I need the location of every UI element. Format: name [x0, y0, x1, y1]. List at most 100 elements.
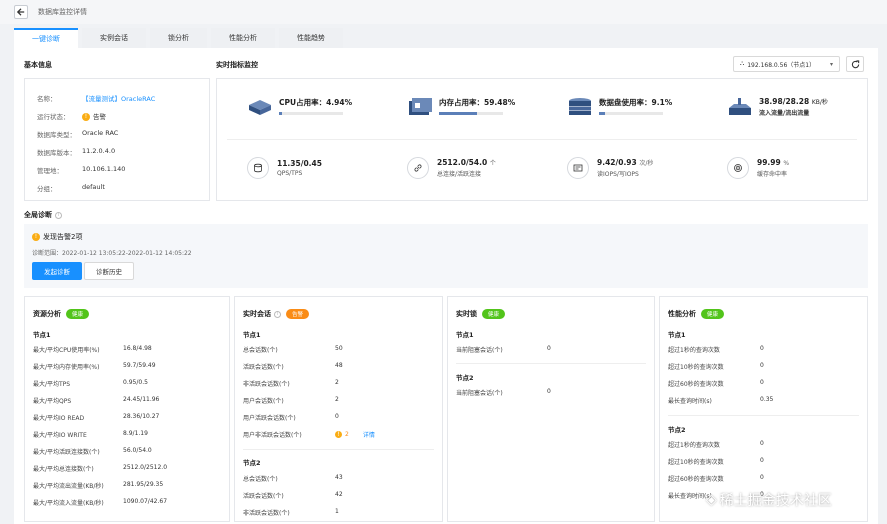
start-diagnosis-button[interactable]: 发起诊断: [32, 262, 82, 280]
node-label: 节点1: [668, 331, 686, 339]
warning-icon: !: [32, 233, 40, 241]
status-badge: 告警: [286, 309, 310, 319]
table-row: 超过1秒的查询次数 0: [668, 345, 859, 354]
row-label: 当前阻塞会话(个): [456, 347, 503, 354]
tab-trends[interactable]: 性能趋势: [279, 28, 343, 48]
tab-diagnosis[interactable]: 一键诊断: [14, 28, 78, 48]
divider: [668, 415, 859, 416]
metric-divider: [227, 139, 857, 140]
realtime-title: 实时指标监控: [216, 61, 258, 69]
table-row: 超过10秒的查询次数 0: [668, 362, 859, 371]
memory-label: 内存占用率：59.48%: [439, 98, 516, 107]
tab-locks[interactable]: 锁分析: [150, 28, 207, 48]
info-icon[interactable]: i: [274, 310, 281, 318]
network-traffic-icon: [729, 98, 751, 115]
table-row: 最大/平均QPS 24.45/11.96: [33, 396, 221, 405]
row-value: 50: [335, 345, 343, 352]
row-value: 56.0/54.0: [123, 447, 152, 454]
diagnosis-box: ! 发现告警2项 诊断范围：2022-01-12 13:05:22-2022-01…: [24, 224, 868, 288]
node-select[interactable]: ⛬ 192.168.0.56（节点1） ▾: [733, 56, 840, 72]
table-row: 总会话数(个) 43: [243, 474, 434, 483]
info-value: default: [82, 183, 105, 191]
info-icon[interactable]: i: [55, 211, 62, 219]
refresh-button[interactable]: [846, 56, 864, 72]
qps-sub: QPS/TPS: [277, 170, 303, 177]
table-row: 用户活跃会话数(个) 0: [243, 413, 434, 422]
hit-rate-unit: %: [783, 160, 790, 167]
traffic-metric: 38.98/28.28 KB/秒 流入流量/流出流量: [727, 97, 828, 117]
row-value: 16.8/4.98: [123, 345, 152, 352]
arrow-left-icon: [17, 8, 25, 16]
tab-performance[interactable]: 性能分析: [211, 28, 275, 48]
row-label: 最大/平均内存使用率(%): [33, 364, 100, 371]
db-name-link[interactable]: 【流量测试】OracleRAC: [82, 93, 155, 103]
lock-panel-header: 实时锁 健康: [456, 309, 506, 319]
table-row: 最大/平均总连接数(个) 2512.0/2512.0: [33, 464, 221, 473]
row-label: 超过10秒的查询次数: [668, 364, 724, 371]
row-label: 非活跃会话数(个): [243, 381, 290, 388]
cpu-label: CPU占用率：4.94%: [279, 98, 353, 107]
row-value: 28.36/10.27: [123, 413, 160, 420]
session-title: 实时会话: [243, 310, 271, 318]
diagnosis-history-button[interactable]: 诊断历史: [84, 262, 134, 280]
table-row: 总会话数(个) 50: [243, 345, 434, 354]
info-type-row: 数据库类型： Oracle RAC: [37, 129, 118, 139]
info-value: 11.2.0.4.0: [82, 147, 116, 155]
disk-io-icon: [567, 157, 589, 179]
table-row: 最大/平均TPS 0.95/0.5: [33, 379, 221, 388]
info-label: 名称：: [37, 95, 57, 103]
details-link[interactable]: 详情: [363, 430, 375, 439]
info-label: 分组：: [37, 185, 57, 193]
status-text: 告警: [93, 113, 106, 121]
row-value: 8.9/1.19: [123, 430, 148, 437]
row-value: 43: [335, 474, 343, 481]
hit-rate-sub: 缓存命中率: [757, 171, 788, 178]
cpu-server-icon: [249, 100, 271, 115]
row-value: 0: [547, 388, 551, 395]
performance-panel: 性能分析 健康 节点1 超过1秒的查询次数 0 超过10秒的查询次数 0 超过60秒的…: [659, 296, 868, 522]
chevron-down-icon: ▾: [829, 60, 833, 68]
divider: [243, 449, 434, 450]
table-row: 最大/平均IO READ 28.36/10.27: [33, 413, 221, 422]
refresh-icon: [851, 59, 859, 68]
connection-metric: 2512.0/54.0 个总连接/活跃连接: [407, 157, 496, 179]
node-label: 节点2: [668, 426, 686, 434]
target-icon: [727, 157, 749, 179]
status-badge: 健康: [701, 309, 725, 319]
iops-value: 9.42/0.93: [597, 158, 637, 167]
row-value: 48: [335, 362, 343, 369]
row-value: 0: [760, 457, 764, 464]
table-row: 用户会话数(个) 2: [243, 396, 434, 405]
row-label: 总会话数(个): [243, 347, 278, 354]
connection-value: 2512.0/54.0: [437, 158, 488, 167]
row-label: 用户会话数(个): [243, 398, 284, 405]
tab-sessions[interactable]: 实例会话: [82, 28, 146, 48]
back-button[interactable]: [14, 5, 28, 19]
warning-count: 2: [345, 431, 349, 438]
watermark-text: 稀土掘金技术社区: [719, 493, 832, 509]
basic-info-title: 基本信息: [24, 61, 52, 69]
row-value: 0: [760, 362, 764, 369]
main-content: 基本信息 名称： 【流量测试】OracleRAC 运行状态：! 告警 数据库类型： O…: [14, 48, 878, 524]
info-group-row: 分组： default: [37, 183, 105, 193]
info-label: 数据库版本：: [37, 149, 76, 157]
watermark-logo-icon: ◈: [706, 492, 717, 508]
row-value: 0: [760, 379, 764, 386]
info-label: 运行状态：: [37, 113, 70, 121]
row-value: 0: [760, 440, 764, 447]
row-value: 0: [760, 345, 764, 352]
info-name-row: 名称： 【流量测试】OracleRAC: [37, 93, 155, 103]
node-label: 节点2: [243, 459, 261, 467]
row-value: 281.95/29.35: [123, 481, 164, 488]
table-row: 当前阻塞会话(个) 0: [456, 388, 646, 397]
row-label: 最大/平均流出流量(KB/秒): [33, 483, 104, 490]
row-label: 活跃会话数(个): [243, 493, 284, 500]
table-row: 当前阻塞会话(个) 0: [456, 345, 646, 354]
memory-metric: 内存占用率：59.48%: [407, 97, 515, 117]
warning-icon: !: [82, 113, 90, 121]
table-row: 最大/平均CPU使用率(%) 16.8/4.98: [33, 345, 221, 354]
node-label: 节点1: [243, 331, 261, 339]
table-row: 超过1秒的查询次数 0: [668, 440, 859, 449]
table-row: 超过60秒的查询次数 0: [668, 379, 859, 388]
table-row: 最大/平均IO WRITE 8.9/1.19: [33, 430, 221, 439]
